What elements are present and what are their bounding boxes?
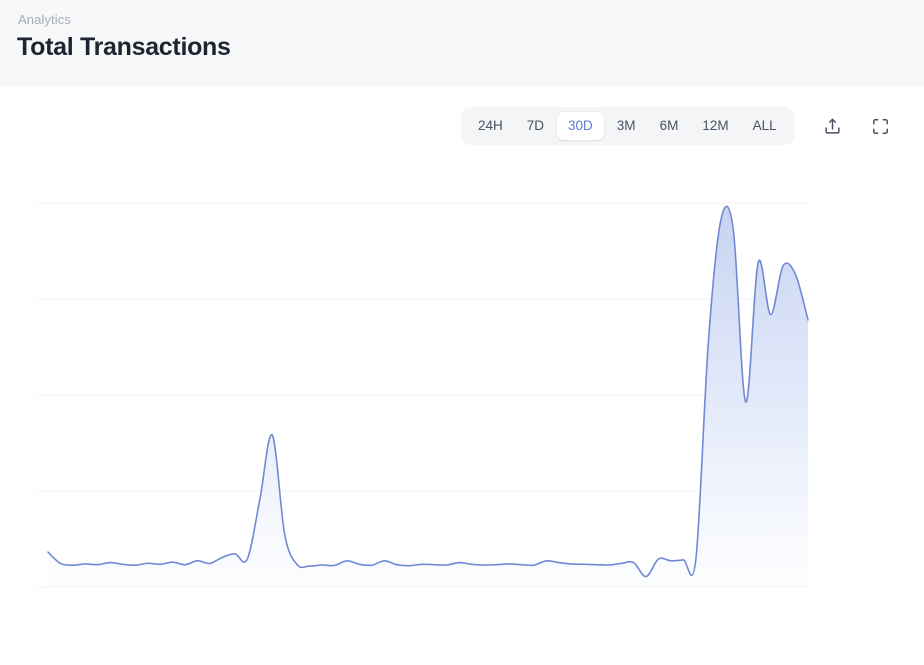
chart-gridlines — [36, 202, 810, 588]
page-header: Analytics Total Transactions — [0, 0, 924, 87]
page-title: Total Transactions — [17, 33, 231, 61]
fullscreen-expand-button[interactable] — [864, 109, 898, 143]
share-upload-button[interactable] — [816, 109, 850, 143]
fullscreen-expand-icon — [873, 118, 889, 134]
share-upload-icon — [825, 118, 840, 134]
chart-area-fill — [48, 206, 808, 587]
breadcrumb: Analytics — [18, 12, 71, 27]
range-button-30d[interactable]: 30D — [557, 112, 604, 140]
card-right-bleed — [905, 87, 924, 665]
chart-toolbar: 24H 7D 30D 3M 6M 12M ALL — [461, 107, 898, 145]
transactions-area-chart — [36, 202, 810, 588]
range-button-3m[interactable]: 3M — [606, 112, 647, 140]
time-range-selector[interactable]: 24H 7D 30D 3M 6M 12M ALL — [461, 107, 794, 145]
chart-card: 24H 7D 30D 3M 6M 12M ALL — [18, 87, 905, 665]
range-button-6m[interactable]: 6M — [649, 112, 690, 140]
analytics-page: Analytics Total Transactions 24H 7D 30D 3M 6… — [0, 0, 924, 665]
chart-line — [47, 205, 809, 578]
range-button-24h[interactable]: 24H — [467, 112, 514, 140]
chart-plot-area: 0550,0001,100K1,650K2,200K 10.0414.0417.… — [18, 87, 905, 665]
range-button-7d[interactable]: 7D — [516, 112, 555, 140]
card-left-bleed — [0, 87, 18, 665]
range-button-all[interactable]: ALL — [742, 112, 788, 140]
range-button-12m[interactable]: 12M — [691, 112, 739, 140]
